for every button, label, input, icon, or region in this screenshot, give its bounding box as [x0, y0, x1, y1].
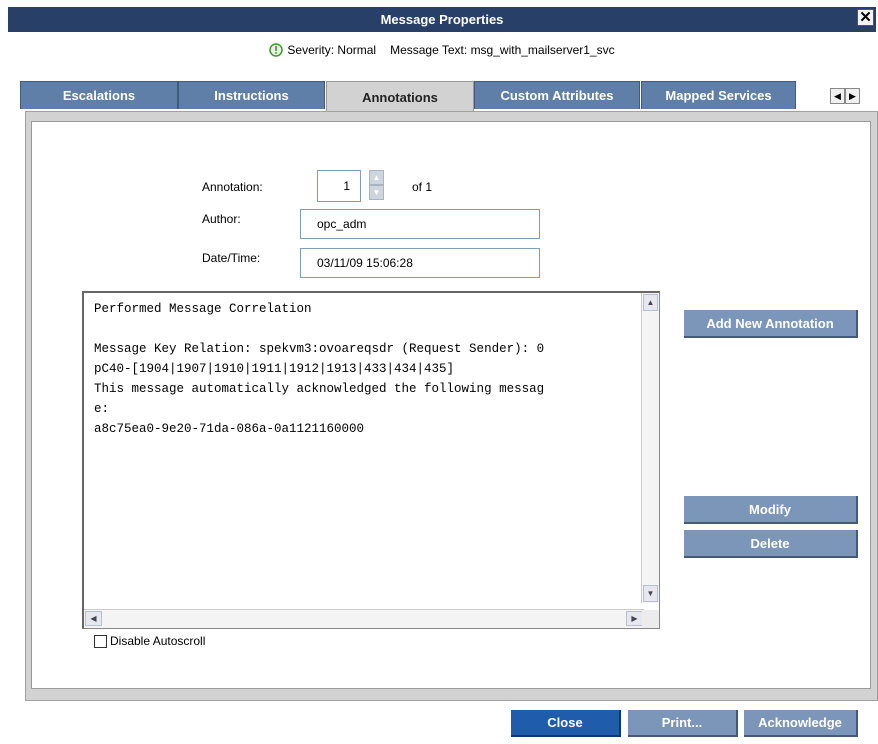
message-info-bar: Severity: Normal Message Text: msg_with_…	[8, 40, 876, 60]
tab-annotations[interactable]: Annotations	[326, 81, 474, 112]
add-new-annotation-button[interactable]: Add New Annotation	[684, 310, 858, 338]
info-circle-icon	[269, 43, 284, 57]
disable-autoscroll-checkbox[interactable]	[94, 634, 107, 648]
acknowledge-button[interactable]: Acknowledge	[744, 710, 858, 737]
vertical-scrollbar[interactable]: ▲ ▼	[641, 293, 659, 603]
message-properties-window: Message Properties ✕ Severity: Normal Me…	[8, 0, 878, 744]
title-bar: Message Properties ✕	[8, 7, 876, 32]
annotation-text-area[interactable]: Performed Message Correlation Message Ke…	[82, 291, 660, 629]
disable-autoscroll-label: Disable Autoscroll	[110, 634, 206, 648]
disable-autoscroll-option[interactable]: Disable Autoscroll	[94, 634, 205, 648]
tab-escalations[interactable]: Escalations	[20, 81, 178, 109]
annotation-line: a8c75ea0-9e20-71da-086a-0a1121160000	[94, 422, 365, 436]
annotation-line: e:	[94, 402, 110, 416]
scroll-up-icon[interactable]: ▲	[643, 294, 658, 311]
tab-mapped-services[interactable]: Mapped Services	[641, 81, 796, 109]
datetime-label: Date/Time:	[202, 251, 261, 265]
datetime-field[interactable]: 03/11/09 15:06:28	[300, 248, 540, 278]
annotation-spinner[interactable]: ▲ ▼	[369, 170, 384, 200]
scroll-left-icon[interactable]: ◀	[85, 611, 102, 626]
annotation-line: This message automatically acknowledged …	[94, 382, 545, 396]
annotation-line: Message Key Relation: spekvm3:ovoareqsdr…	[94, 342, 545, 356]
annotation-line: pC40-[1904|1907|1910|1911|1912|1913|433|…	[94, 362, 455, 376]
tab-custom-attributes[interactable]: Custom Attributes	[474, 81, 640, 109]
close-icon[interactable]: ✕	[857, 9, 874, 26]
tab-instructions[interactable]: Instructions	[178, 81, 325, 109]
scroll-right-icon[interactable]: ▶	[626, 611, 643, 626]
delete-button[interactable]: Delete	[684, 530, 858, 558]
message-text-label: Message Text: msg_with_mailserver1_svc	[390, 43, 615, 57]
chevron-down-icon[interactable]: ▼	[369, 185, 384, 200]
arrow-left-icon[interactable]: ◀	[830, 88, 845, 104]
close-button[interactable]: Close	[511, 710, 621, 737]
arrow-right-icon[interactable]: ▶	[845, 88, 860, 104]
annotation-line	[94, 319, 652, 339]
annotation-label: Annotation:	[202, 180, 263, 194]
scroll-down-icon[interactable]: ▼	[643, 585, 658, 602]
annotation-index-field[interactable]: 1	[317, 170, 361, 202]
print-button[interactable]: Print...	[628, 710, 738, 737]
annotation-count-label: of 1	[412, 180, 433, 194]
scrollbar-corner	[642, 610, 659, 628]
chevron-up-icon[interactable]: ▲	[369, 170, 384, 185]
severity-label: Severity: Normal	[287, 43, 377, 57]
window-title: Message Properties	[380, 12, 504, 27]
annotation-text[interactable]: Performed Message Correlation Message Ke…	[84, 293, 652, 605]
annotation-line: Performed Message Correlation	[94, 302, 312, 316]
horizontal-scrollbar[interactable]: ◀ ▶	[84, 609, 644, 628]
modify-button[interactable]: Modify	[684, 496, 858, 524]
tab-scroll-controls: ◀ ▶	[830, 88, 860, 104]
author-field[interactable]: opc_adm	[300, 209, 540, 239]
author-label: Author:	[202, 212, 241, 226]
